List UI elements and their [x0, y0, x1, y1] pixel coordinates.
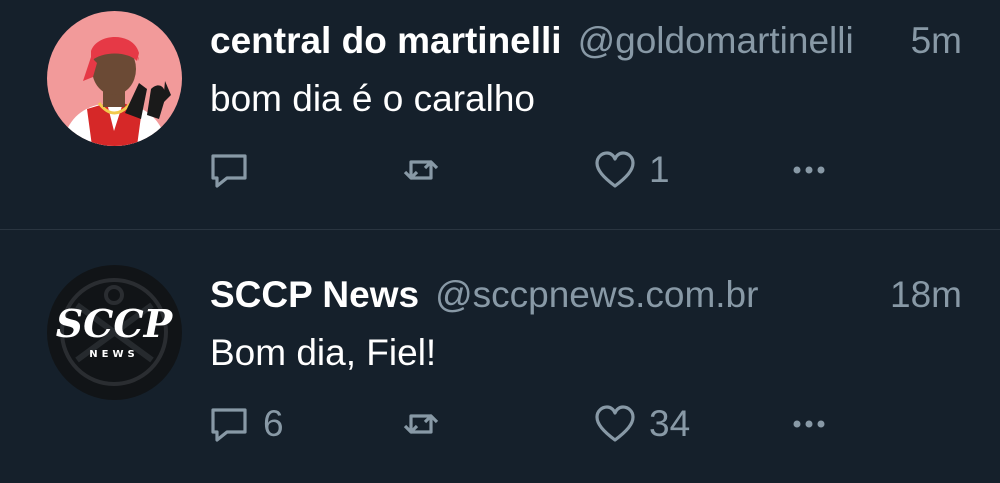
more-dots-icon [787, 148, 831, 192]
like-button[interactable]: 1 [593, 146, 670, 194]
more-dots-icon [787, 402, 831, 446]
more-options-button[interactable] [787, 400, 831, 448]
reply-icon [207, 402, 251, 446]
heart-icon [593, 402, 637, 446]
tweet-actions: 1 [207, 146, 847, 194]
tweet-header: central do martinelli @goldomartinelli 5… [210, 18, 962, 64]
like-count: 34 [649, 403, 691, 444]
timestamp[interactable]: 5m [911, 18, 962, 64]
display-name[interactable]: SCCP News [210, 272, 419, 318]
retweet-icon [399, 402, 443, 446]
reply-count: 6 [263, 403, 284, 444]
handle[interactable]: @goldomartinelli [578, 18, 883, 64]
tweet-item[interactable]: central do martinelli @goldomartinelli 5… [0, 0, 1000, 229]
retweet-button[interactable] [399, 400, 455, 448]
timestamp[interactable]: 18m [890, 272, 962, 318]
more-options-button[interactable] [787, 146, 831, 194]
retweet-icon [399, 148, 443, 192]
like-count: 1 [649, 149, 670, 190]
heart-icon [593, 148, 637, 192]
reply-button[interactable] [207, 146, 263, 194]
red-bandana-avatar-icon[interactable] [47, 11, 182, 146]
tweet-text: Bom dia, Fiel! [210, 332, 437, 373]
svg-text:SCCP: SCCP [56, 301, 174, 346]
svg-text:NEWS: NEWS [89, 349, 138, 360]
like-button[interactable]: 34 [593, 400, 690, 448]
retweet-button[interactable] [399, 146, 455, 194]
tweet-text: bom dia é o caralho [210, 78, 535, 119]
display-name[interactable]: central do martinelli [210, 18, 562, 64]
tweet-actions: 6 34 [207, 400, 847, 448]
sccp-news-logo-icon[interactable]: SCCP NEWS [47, 265, 182, 400]
reply-icon [207, 148, 251, 192]
handle[interactable]: @sccpnews.com.br [435, 272, 862, 318]
tweet-header: SCCP News @sccpnews.com.br 18m [210, 272, 962, 318]
tweet-item[interactable]: SCCP NEWS SCCP News @sccpnews.com.br 18m… [0, 229, 1000, 483]
reply-button[interactable]: 6 [207, 400, 284, 448]
